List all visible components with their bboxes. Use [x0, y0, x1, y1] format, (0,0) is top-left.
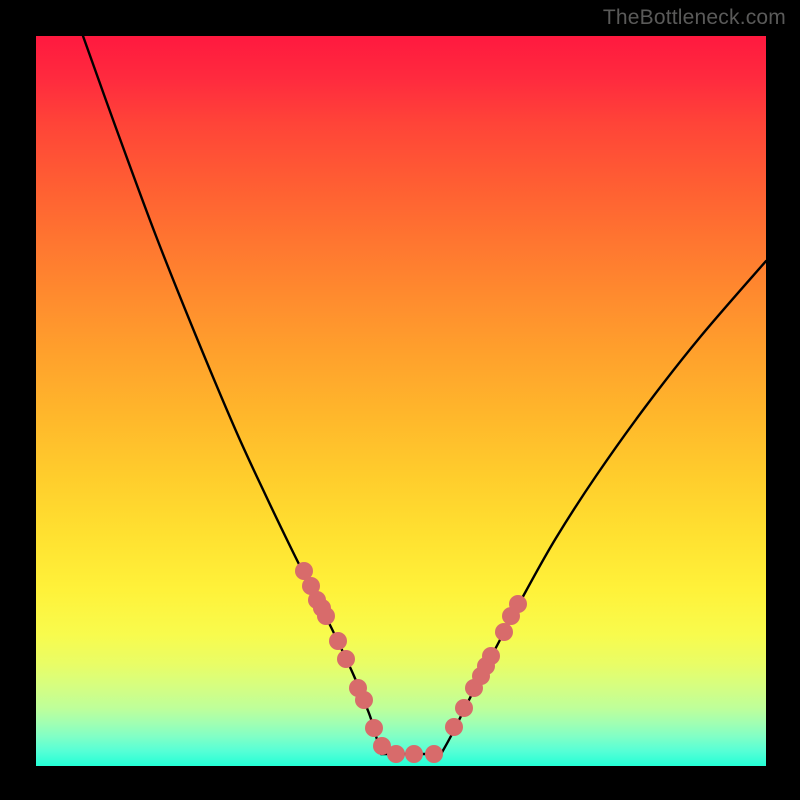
frame: TheBottleneck.com — [0, 0, 800, 800]
data-point — [509, 595, 527, 613]
chart-svg — [36, 36, 766, 766]
data-point — [455, 699, 473, 717]
curve-right-curve — [441, 261, 766, 754]
data-point — [387, 745, 405, 763]
data-point — [482, 647, 500, 665]
data-point — [337, 650, 355, 668]
data-point — [365, 719, 383, 737]
data-point — [445, 718, 463, 736]
plot-area — [36, 36, 766, 766]
data-point — [317, 607, 335, 625]
data-point — [405, 745, 423, 763]
data-point — [329, 632, 347, 650]
data-point — [425, 745, 443, 763]
data-point — [495, 623, 513, 641]
data-point — [355, 691, 373, 709]
watermark-text: TheBottleneck.com — [603, 6, 786, 30]
